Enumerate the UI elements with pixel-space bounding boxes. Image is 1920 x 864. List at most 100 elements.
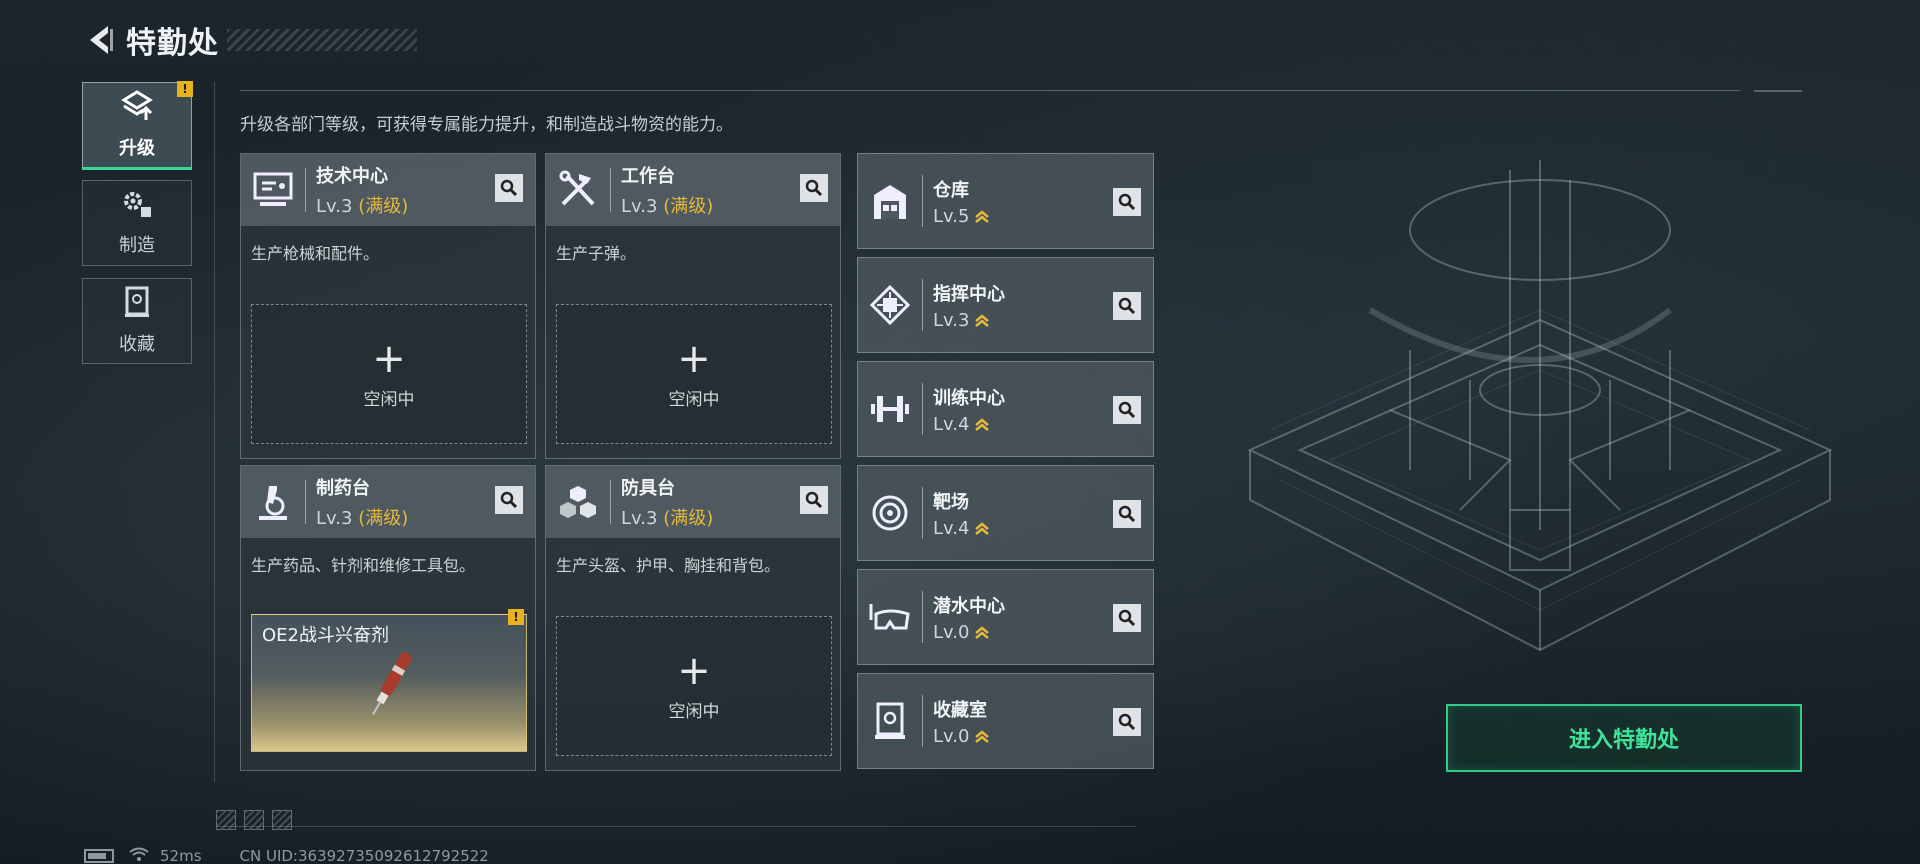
dept-name: 靶场 [933,491,969,513]
card-title-block: 工作台 Lv.3 (满级) [621,162,713,218]
production-slot-idle[interactable]: + 空闲中 [556,616,832,756]
level-value: Lv.4 [933,517,970,539]
wifi-icon [128,846,150,864]
dept-description: 生产枪械和配件。 [251,244,380,263]
dept-card-pharmacy[interactable]: 制药台 Lv.3 (满级) 生产药品、针剂和维修工具包。 OE2战斗兴奋剂 ! [240,465,536,771]
cubes-icon [556,480,600,524]
dept-level: Lv.5 [933,206,990,227]
search-icon[interactable] [1113,604,1141,632]
upgrade-chevron-icon [975,313,990,327]
tools-icon [556,168,600,212]
nav-collection[interactable]: 收藏 [82,278,192,364]
back-arrow-icon[interactable] [82,20,116,60]
dept-level: Lv.3 (满级) [316,192,408,218]
dept-card-tech-center[interactable]: 技术中心 Lv.3 (满级) 生产枪械和配件。 + 空闲中 [240,153,536,459]
crafting-item-name: OE2战斗兴奋剂 [262,625,389,646]
dept-level: Lv.3 [933,310,1005,331]
command-chip-icon [868,283,912,327]
search-icon[interactable] [1113,500,1141,528]
divider [922,695,923,747]
deco-square [272,810,292,830]
upgrade-chevron-icon [975,417,990,431]
level-value: Lv.3 [316,196,353,217]
level-value: Lv.3 [316,508,353,529]
search-icon[interactable] [1113,708,1141,736]
nav-upgrade[interactable]: 升级 ! [82,81,193,170]
dept-card-armor-bench[interactable]: 防具台 Lv.3 (满级) 生产头盔、护甲、胸挂和背包。 + 空闲中 [545,465,841,771]
search-icon[interactable] [1113,188,1141,216]
warehouse-icon [868,179,912,223]
page-title: 特勤处 [126,26,219,61]
diving-mask-icon [868,595,912,639]
max-level-label: (满级) [663,196,714,217]
dept-level: Lv.3 (满级) [621,192,713,218]
dept-card-workbench[interactable]: 工作台 Lv.3 (满级) 生产子弹。 + 空闲中 [545,153,841,459]
upgrade-chevron-icon [975,521,990,535]
divider [305,480,306,524]
upgrade-chevron-icon [975,729,990,743]
status-bar: 52ms CN UID:36392735092612792522 [84,846,489,864]
dept-card-collection-room[interactable]: 收藏室 Lv.0 [857,673,1154,769]
dept-name: 工作台 [621,166,675,187]
divider [922,279,923,331]
divider [216,826,1136,827]
dept-name: 技术中心 [316,166,388,187]
card-title-block: 制药台 Lv.3 (满级) [316,474,408,530]
page-description: 升级各部门等级，可获得专属能力提升，和制造战斗物资的能力。 [240,115,733,135]
search-icon[interactable] [1113,396,1141,424]
slot-status: 空闲中 [363,389,415,410]
crafting-alert-badge: ! [508,609,524,625]
target-icon [868,491,912,535]
level-value: Lv.0 [933,725,970,747]
dept-name: 仓库 [933,179,969,201]
deco-square [244,810,264,830]
search-icon[interactable] [800,174,828,202]
dept-level: Lv.0 [933,725,990,747]
divider [610,480,611,524]
search-icon[interactable] [495,174,523,202]
dept-name: 训练中心 [933,387,1005,409]
dept-card-training-center[interactable]: 训练中心 Lv.4 [857,361,1154,457]
production-slot-idle[interactable]: + 空闲中 [556,304,832,444]
search-icon[interactable] [1113,292,1141,320]
enter-special-ops-button[interactable]: 进入特勤处 [1446,704,1802,772]
production-slot-crafting[interactable]: OE2战斗兴奋剂 ! [251,609,527,752]
search-icon[interactable] [495,486,523,514]
production-slot-idle[interactable]: + 空闲中 [251,304,527,444]
divider [1754,90,1802,92]
nav-craft[interactable]: 制造 [82,180,192,266]
dept-card-diving-center[interactable]: 潜水中心 Lv.0 [857,569,1154,665]
divider [305,168,306,212]
ping-value: 52ms [160,847,202,864]
dept-level: Lv.3 (满级) [621,504,713,530]
dept-level: Lv.0 [933,622,1005,643]
dumbbell-icon [868,387,912,431]
divider [922,383,923,435]
card-title-block: 技术中心 Lv.3 (满级) [316,162,408,218]
card-title-block: 防具台 Lv.3 (满级) [621,474,713,530]
gears-icon [121,189,153,223]
title-decoration [227,29,417,51]
dept-description: 生产头盔、护甲、胸挂和背包。 [556,556,781,575]
dept-level: Lv.4 [933,414,1005,435]
collection-icon [124,286,150,322]
user-uid: CN UID:36392735092612792522 [239,847,489,864]
level-value: Lv.4 [933,413,970,435]
card-title-block: 训练中心 Lv.4 [933,384,1005,435]
dept-card-warehouse[interactable]: 仓库 Lv.5 [857,153,1154,249]
card-title-block: 指挥中心 Lv.3 [933,280,1005,331]
nav-upgrade-label: 升级 [119,138,155,159]
plus-icon: + [677,335,711,382]
upgrade-chevron-icon [975,209,990,223]
max-level-label: (满级) [358,508,409,529]
dept-name: 防具台 [621,478,675,499]
dept-card-command-center[interactable]: 指挥中心 Lv.3 [857,257,1154,353]
base-hologram-illustration [1210,150,1850,710]
dept-card-shooting-range[interactable]: 靶场 Lv.4 [857,465,1154,561]
dept-name: 制药台 [316,478,370,499]
search-icon[interactable] [800,486,828,514]
display-case-icon [868,699,912,743]
level-value: Lv.3 [621,508,658,529]
deco-square [216,810,236,830]
max-level-label: (满级) [358,196,409,217]
